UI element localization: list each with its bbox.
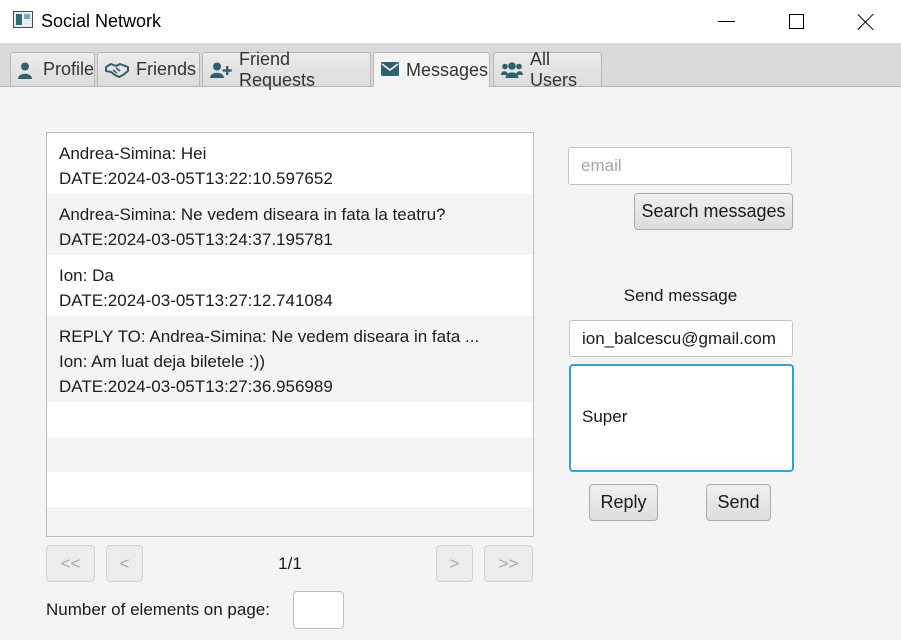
message-text: Ion: Am luat deja biletele :)): [59, 352, 266, 371]
list-item[interactable]: Andrea-Simina: Ne vedem diseara in fata …: [47, 194, 533, 255]
tab-label: Messages: [406, 59, 489, 80]
tab-messages[interactable]: Messages: [373, 52, 490, 87]
list-item[interactable]: REPLY TO: Andrea-Simina: Ne vedem disear…: [47, 316, 533, 402]
empty-list-row: [47, 507, 533, 536]
last-page-button[interactable]: >>: [484, 545, 533, 582]
previous-page-button[interactable]: <: [106, 545, 143, 582]
message-date: DATE:2024-03-05T13:27:12.741084: [59, 291, 333, 310]
message-date: DATE:2024-03-05T13:27:36.956989: [59, 377, 333, 396]
users-icon: [501, 61, 523, 78]
user-plus-icon: [210, 62, 232, 78]
tab-all-users[interactable]: All Users: [493, 49, 602, 90]
message-text: Andrea-Simina: Hei: [59, 144, 207, 163]
reply-button[interactable]: Reply: [589, 484, 658, 521]
maximize-button[interactable]: [773, 0, 819, 43]
message-textarea[interactable]: Super: [569, 364, 794, 472]
minimize-icon: [717, 21, 735, 22]
search-messages-button[interactable]: Search messages: [634, 193, 793, 230]
tab-label: Friend Requests: [239, 48, 316, 90]
empty-list-row: [47, 402, 533, 437]
elements-per-page-input[interactable]: [293, 591, 344, 629]
message-date: DATE:2024-03-05T13:22:10.597652: [59, 169, 333, 188]
list-item[interactable]: Andrea-Simina: Hei DATE:2024-03-05T13:22…: [47, 133, 533, 194]
empty-list-row: [47, 437, 533, 472]
tab-strip: Profile Friends Friend Requests Messages…: [0, 43, 901, 90]
maximize-icon: [788, 14, 804, 29]
page-indicator: 1/1: [278, 554, 302, 573]
send-button[interactable]: Send: [706, 484, 771, 521]
first-page-button[interactable]: <<: [46, 545, 95, 582]
close-icon: [858, 14, 874, 30]
empty-list-row: [47, 472, 533, 507]
app-icon: [13, 11, 33, 28]
next-page-button[interactable]: >: [436, 545, 473, 582]
tab-friend-requests[interactable]: Friend Requests: [202, 49, 371, 90]
title-bar: Social Network: [0, 0, 901, 43]
message-list[interactable]: Andrea-Simina: Hei DATE:2024-03-05T13:22…: [46, 132, 534, 537]
email-search-input[interactable]: [568, 147, 792, 185]
envelope-icon: [381, 62, 399, 78]
tab-label: Profile: [42, 59, 94, 79]
tab-friends[interactable]: Friends: [97, 52, 200, 86]
message-reply-header: REPLY TO: Andrea-Simina: Ne vedem disear…: [59, 327, 480, 346]
message-date: DATE:2024-03-05T13:24:37.195781: [59, 230, 333, 249]
elements-per-page-label: Number of elements on page:: [46, 600, 270, 619]
list-item[interactable]: Ion: Da DATE:2024-03-05T13:27:12.741084: [47, 255, 533, 316]
message-text: Andrea-Simina: Ne vedem diseara in fata …: [59, 205, 446, 224]
recipient-email-field[interactable]: ion_balcescu@gmail.com: [569, 320, 793, 357]
message-text: Ion: Da: [59, 266, 114, 285]
tab-label: Friends: [136, 59, 197, 79]
send-message-heading: Send message: [623, 286, 738, 305]
close-button[interactable]: [843, 0, 889, 43]
window-title: Social Network: [41, 11, 162, 31]
recipient-email-value: ion_balcescu@gmail.com: [582, 328, 776, 348]
handshake-icon: [105, 62, 129, 78]
tab-label: All Users: [530, 48, 578, 90]
minimize-button[interactable]: [703, 0, 749, 43]
tab-profile[interactable]: Profile: [10, 52, 95, 86]
user-icon: [18, 62, 36, 79]
